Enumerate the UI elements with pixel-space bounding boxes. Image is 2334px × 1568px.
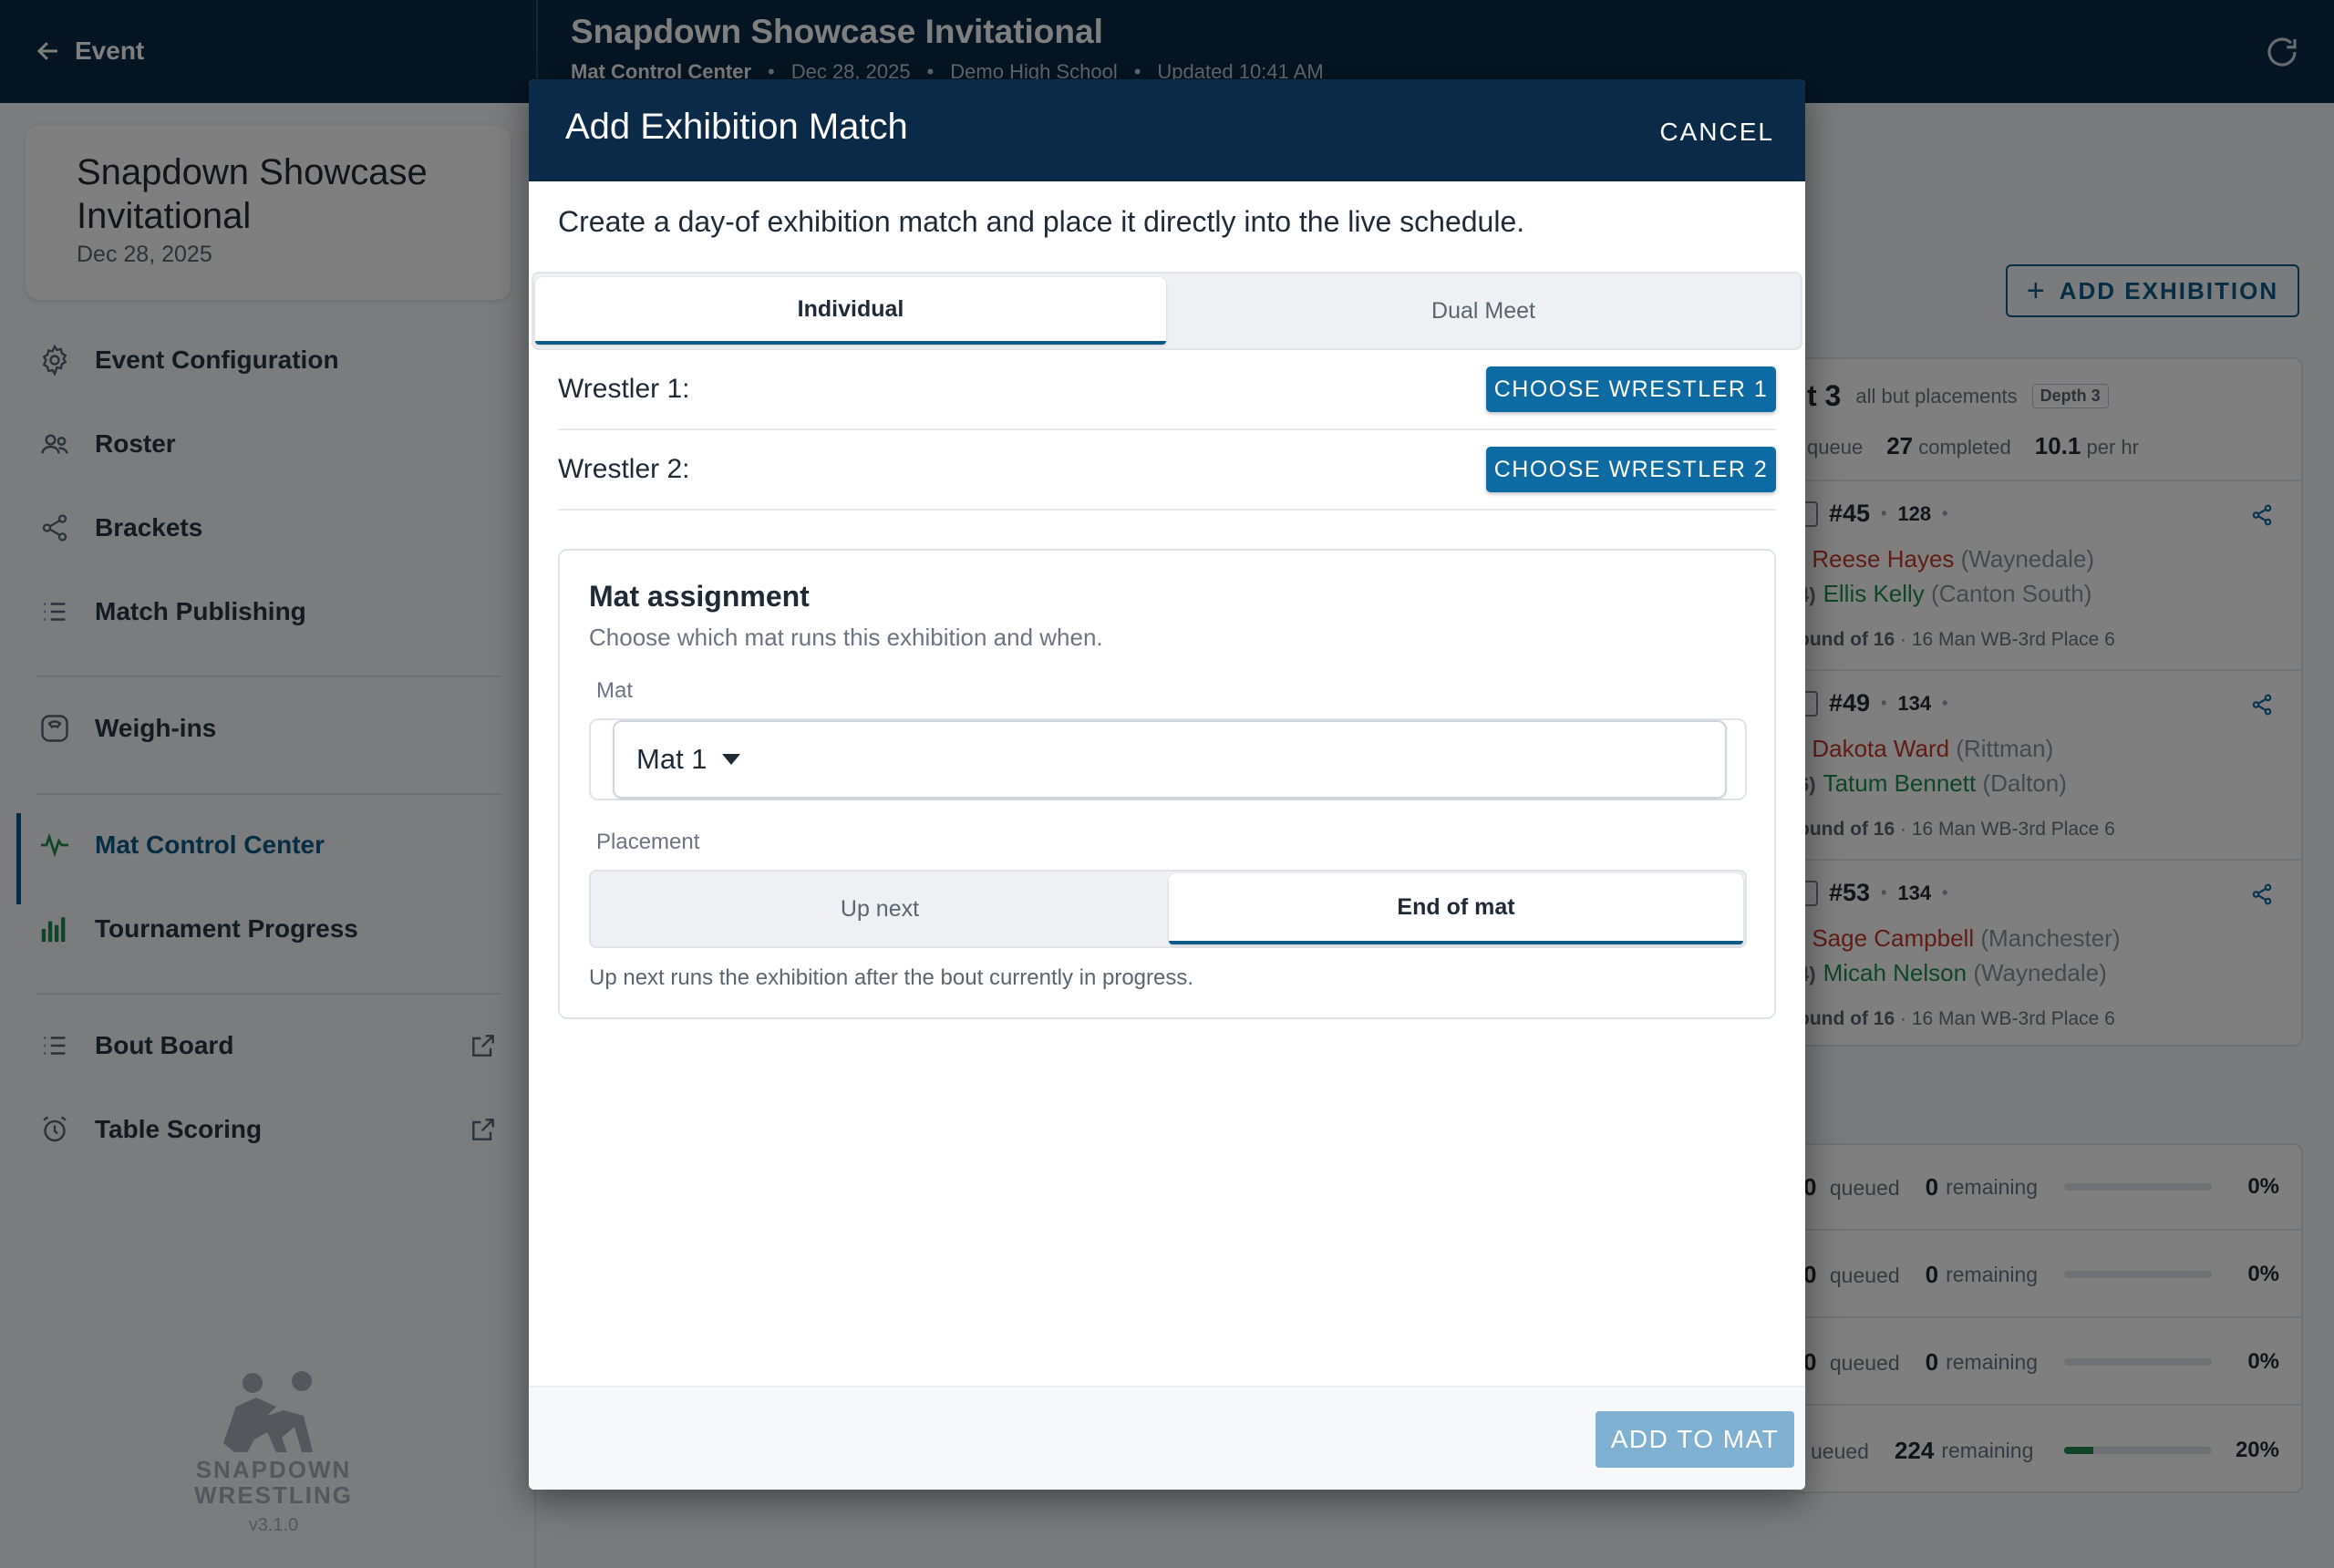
placement-toggle: Up next End of mat: [589, 870, 1747, 948]
tab-individual[interactable]: Individual: [535, 277, 1166, 345]
wrestler-2-label: Wrestler 2:: [558, 454, 690, 484]
choose-wrestler-1-button[interactable]: CHOOSE WRESTLER 1: [1486, 366, 1776, 412]
mat-assignment-section: Mat assignment Choose which mat runs thi…: [558, 549, 1776, 1019]
tab-dual-meet[interactable]: Dual Meet: [1168, 277, 1799, 345]
caret-down-icon: [721, 754, 740, 765]
placement-label: Placement: [596, 830, 700, 854]
wrestler-2-row: Wrestler 2: CHOOSE WRESTLER 2: [558, 430, 1776, 511]
add-to-mat-button[interactable]: ADD TO MAT: [1596, 1411, 1794, 1468]
mat-select-wrapper: Mat 1: [589, 718, 1747, 800]
dialog-title: Add Exhibition Match: [565, 107, 908, 147]
cancel-button[interactable]: CANCEL: [1637, 112, 1796, 152]
dialog-footer: ADD TO MAT: [529, 1386, 1805, 1490]
placement-help-text: Up next runs the exhibition after the bo…: [589, 965, 1194, 990]
mat-assignment-subtitle: Choose which mat runs this exhibition an…: [589, 624, 1103, 651]
dialog-header: Add Exhibition Match CANCEL: [529, 79, 1805, 181]
add-exhibition-dialog: Add Exhibition Match CANCEL Create a day…: [529, 79, 1805, 1490]
mat-select[interactable]: Mat 1: [613, 720, 1727, 799]
wrestler-1-label: Wrestler 1:: [558, 374, 690, 404]
match-type-tabs: Individual Dual Meet: [532, 272, 1802, 350]
mat-assignment-title: Mat assignment: [589, 580, 810, 613]
dialog-description: Create a day-of exhibition match and pla…: [558, 205, 1525, 238]
mat-select-value: Mat 1: [636, 743, 707, 775]
wrestler-1-row: Wrestler 1: CHOOSE WRESTLER 1: [558, 350, 1776, 430]
placement-end-of-mat[interactable]: End of mat: [1169, 873, 1743, 944]
mat-field-label: Mat: [596, 678, 634, 703]
choose-wrestler-2-button[interactable]: CHOOSE WRESTLER 2: [1486, 447, 1776, 492]
placement-up-next[interactable]: Up next: [593, 873, 1167, 944]
